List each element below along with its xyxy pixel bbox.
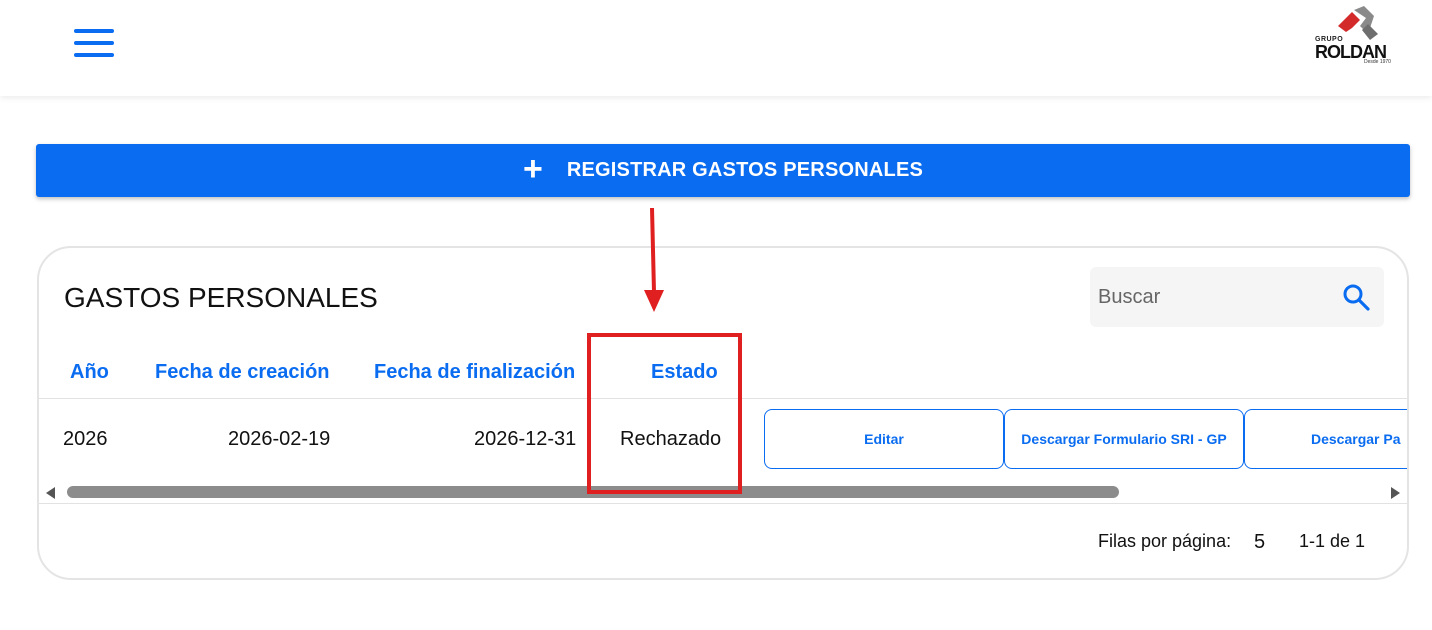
cell-finished: 2026-12-31: [474, 428, 577, 450]
annotation-highlight-box: [587, 333, 742, 494]
scroll-right-arrow-icon[interactable]: [1391, 487, 1400, 499]
search-box: [1090, 267, 1384, 327]
pagination-range: 1-1 de 1: [1299, 531, 1366, 551]
download-pdf-button[interactable]: Descargar Pa: [1244, 409, 1407, 469]
column-header-finished[interactable]: Fecha de finalización: [374, 361, 575, 384]
footer-divider: [39, 503, 1407, 504]
logo-tagline-text: Desde 1970: [1364, 59, 1391, 65]
edit-button[interactable]: Editar: [764, 409, 1004, 469]
column-header-year[interactable]: Año: [70, 361, 109, 384]
register-expenses-button[interactable]: + REGISTRAR GASTOS PERSONALES: [36, 144, 1410, 197]
rows-per-page-label: Filas por página:: [1098, 531, 1232, 551]
plus-icon: +: [522, 149, 543, 188]
search-input[interactable]: [1090, 267, 1330, 327]
register-expenses-label: REGISTRAR GASTOS PERSONALES: [566, 159, 924, 181]
rows-per-page-select[interactable]: 5: [1254, 531, 1265, 554]
column-header-created[interactable]: Fecha de creación: [155, 361, 330, 384]
card-title: GASTOS PERSONALES: [64, 282, 378, 313]
top-bar: GRUPO ROLDAN Desde 1970: [0, 0, 1432, 96]
cell-created: 2026-02-19: [228, 428, 331, 450]
company-logo: GRUPO ROLDAN Desde 1970: [1308, 4, 1404, 66]
search-icon[interactable]: [1342, 283, 1370, 311]
annotation-arrow-icon: [644, 207, 664, 312]
menu-icon[interactable]: [72, 26, 116, 60]
scroll-left-arrow-icon[interactable]: [46, 487, 55, 499]
download-sri-form-button[interactable]: Descargar Formulario SRI - GP: [1004, 409, 1244, 469]
cell-year: 2026: [63, 428, 108, 450]
